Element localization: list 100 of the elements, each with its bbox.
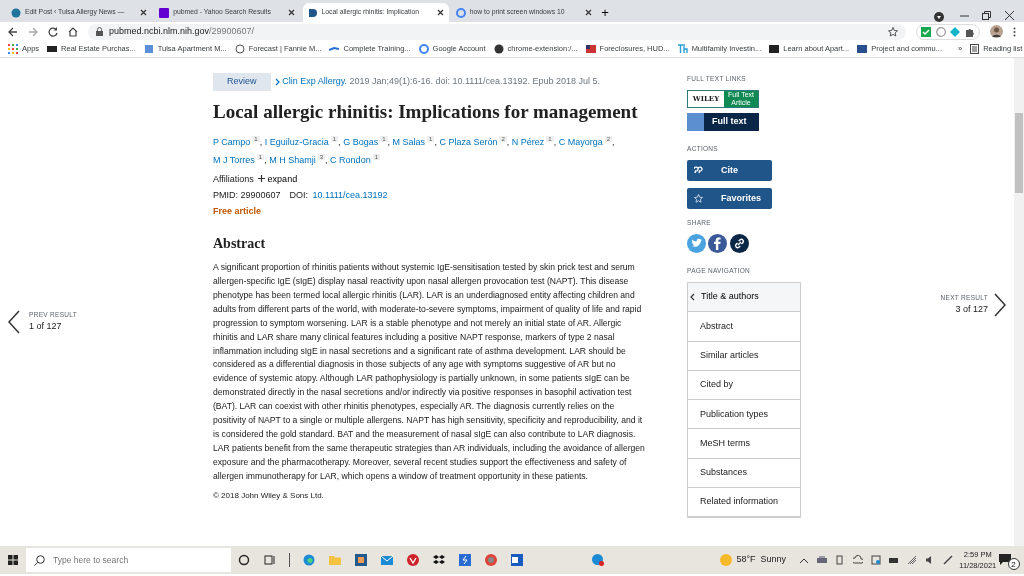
cortana-icon[interactable]: [238, 554, 250, 566]
author-link[interactable]: N Pérez: [511, 137, 545, 148]
author-link[interactable]: P Campo: [213, 137, 251, 148]
page-navigation-link[interactable]: Related information: [688, 488, 800, 518]
separator: ,: [506, 137, 510, 148]
abstract-text: A significant proportion of rhinitis patients without systemic IgE-sensitisation tested by skin prick test and serum allergen-specific IgE (sIgE) display nasal reactivity upon nasal allergen provocation test (NAPT). This disease phenotype has been termed local allergic rhinitis (LAR). LAR is an underdiagnosed entity affecting children and adults from different parts of the world, with moderate-to-severe symptoms, impairment of quality of life and rapid progression to symptom worsening. LAR is a stable phenotype and not merely an initial state of AR. Allergic rhinitis and LAR share many clinical features including a positive NAPT response, markers of type 2 nasal inflammation including sIgE in nasal secretions and a significant rate of asthma development. LAR should be considered as a differential diagnosis in those subjects of any age with symptoms suggestive of AR but no evidence of systemic atopy. Although LAR pathophysiology is partially unknown, in some patients sIgE can be demonstrated directly in the nasal secretions and/or indirectly via positive responses in basophil activation test (BAT). LAR can coexist with other rhinitis phenotypes, especially AR. The diagnosis currently relies on the positivity of NAPT to a single or multiple allergens. NAPT has high sensitivity, specificity and reproducibility, and it is considered the gold standard. BAT and the measurement of nasal sIgE can also contribute to LAR diagnosis. LAR patients benefit from the same therapeutic strategies than AR individuals, including the avoidance of allergen exposure and the pharmacotherapy. Moreover, several recent studies support the effectiveness and safety of allergen immunotherapy for LAR, which opens a window of treatment opportunity in these patients.: [213, 261, 645, 483]
author-link[interactable]: C Mayorga: [558, 137, 603, 148]
author-link[interactable]: M J Torres: [213, 155, 255, 166]
full-text-link[interactable]: Full text: [687, 112, 759, 131]
bookmark-icon: [857, 44, 868, 54]
plus-icon: [258, 175, 266, 183]
author-link[interactable]: I Eguiluz-Gracia: [264, 137, 329, 148]
page-navigation-link[interactable]: MeSH terms: [688, 429, 800, 459]
author-link[interactable]: G Bogas: [343, 137, 379, 148]
close-icon[interactable]: [288, 9, 296, 16]
bookmark-icon: [234, 44, 245, 54]
site-icon: [307, 7, 318, 18]
site-icon: [11, 7, 21, 18]
copyright-text: © 2018 John Wiley & Sons Ltd.: [213, 489, 325, 502]
page-navigation-link[interactable]: Substances: [688, 458, 800, 489]
page-navigation-link[interactable]: Publication types: [688, 400, 800, 430]
chevron-right-icon[interactable]: [994, 293, 1006, 317]
app-icon[interactable]: [355, 554, 367, 566]
scrollbar[interactable]: [1014, 58, 1024, 546]
star-icon: [694, 194, 703, 203]
pmid-text: PMID: 29900607: [213, 188, 281, 202]
journal-link[interactable]: Clin Exp Allergy.: [282, 75, 348, 89]
bookmark-icon: [47, 44, 58, 54]
close-icon[interactable]: [436, 9, 444, 16]
avatar-icon[interactable]: [990, 25, 1003, 38]
author-link[interactable]: M Salas: [392, 137, 426, 148]
bookmark-icon: [493, 44, 504, 54]
separator: ,: [612, 137, 615, 148]
site-icon: [455, 7, 466, 18]
close-icon[interactable]: [1004, 10, 1014, 20]
sun-icon: [719, 554, 732, 566]
profile-menu-icon[interactable]: [933, 12, 944, 22]
app-icon[interactable]: [459, 554, 471, 566]
search-icon: [34, 554, 45, 566]
star-icon[interactable]: [887, 26, 898, 37]
device-icon[interactable]: [835, 555, 845, 565]
app-icon[interactable]: [303, 554, 315, 566]
citation-text: 2019 Jan;49(1):6-16. doi: 10.1111/cea.13192. Epub 2018 Jul 5.: [349, 75, 601, 88]
close-icon[interactable]: [140, 9, 147, 16]
separator: ,: [387, 137, 391, 148]
battery-icon[interactable]: [889, 555, 899, 565]
favorites-button[interactable]: Favorites: [687, 188, 772, 209]
envelope-icon[interactable]: [381, 554, 393, 566]
separator: ,: [338, 137, 341, 148]
search-field[interactable]: Type here to search: [26, 548, 231, 572]
restore-icon[interactable]: [982, 10, 991, 20]
page-navigation-link[interactable]: Similar articles: [688, 341, 800, 371]
app-icon[interactable]: [511, 554, 523, 566]
bookmark-icon: [418, 44, 429, 54]
lock-icon: [96, 27, 103, 36]
site-icon: [159, 7, 170, 18]
printer-icon[interactable]: [817, 555, 827, 565]
address-bar[interactable]: pubmed.ncbi.nlm.nih.gov/29900607/: [88, 23, 906, 40]
author-link[interactable]: C Rondon: [330, 155, 371, 166]
affiliations-label: Affiliations: [213, 172, 254, 186]
bookmark-icon: [8, 44, 18, 54]
separator: ,: [553, 137, 557, 148]
reload-icon[interactable]: [48, 26, 58, 37]
cite-button[interactable]: Cite: [687, 160, 772, 181]
puzzle-icon[interactable]: [964, 26, 975, 37]
back-icon[interactable]: [8, 26, 18, 37]
author-link[interactable]: M H Shamji: [269, 155, 316, 166]
author-link[interactable]: C Plaza Serón: [439, 137, 498, 148]
quote-icon: [694, 166, 703, 175]
new-tab-button[interactable]: +: [601, 4, 609, 22]
notification-icon[interactable]: [998, 554, 1011, 566]
bookmark-icon: [143, 44, 154, 54]
page-navigation-link[interactable]: Cited by: [688, 370, 800, 401]
chevron-left-icon[interactable]: [8, 310, 20, 334]
help-icon[interactable]: [592, 554, 604, 566]
weather-widget[interactable]: 58°F Sunny: [719, 553, 786, 567]
checkmark-icon[interactable]: [921, 26, 931, 37]
windows-icon: [8, 555, 18, 565]
close-icon[interactable]: [584, 9, 592, 16]
expand-button[interactable]: expand: [258, 170, 298, 187]
url-text: pubmed.ncbi.nlm.nih.gov/29900607/: [109, 24, 255, 38]
meeting-icon[interactable]: [871, 555, 881, 565]
cloud-icon[interactable]: [853, 555, 863, 565]
task-view-icon[interactable]: [264, 554, 276, 566]
list-icon: [970, 44, 980, 54]
page-navigation-link[interactable]: Abstract: [688, 312, 800, 342]
link-icon[interactable]: [729, 233, 749, 253]
app-icon[interactable]: [485, 554, 497, 566]
app-icon[interactable]: [407, 554, 419, 566]
facebook-icon[interactable]: [708, 233, 728, 253]
home-icon[interactable]: [68, 26, 78, 37]
scrollbar-thumb[interactable]: [1015, 113, 1023, 193]
bookmark-icon: [769, 44, 780, 54]
article-title: Local allergic rhinitis: Implications for management: [213, 100, 639, 124]
page-navigation-link[interactable]: Title & authors: [688, 283, 800, 313]
separator: ,: [264, 155, 267, 166]
doi-link[interactable]: 10.1111/cea.13192: [312, 186, 388, 203]
search-input[interactable]: Type here to search: [53, 553, 223, 567]
more-icon[interactable]: [1013, 26, 1016, 37]
notification-count: 2: [1007, 558, 1020, 570]
